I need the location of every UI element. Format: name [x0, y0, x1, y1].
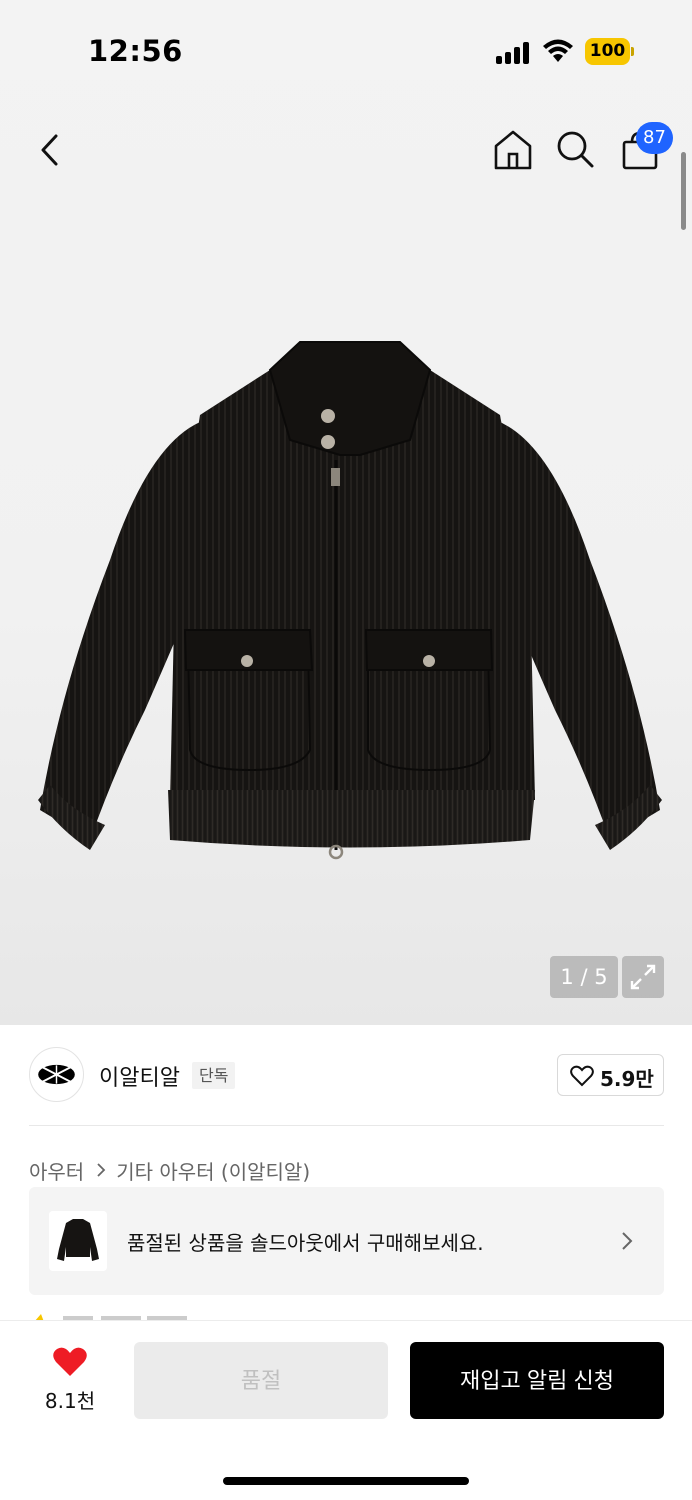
banner-product-thumbnail: [49, 1211, 107, 1271]
home-indicator[interactable]: [223, 1477, 469, 1485]
scrollbar[interactable]: [681, 152, 686, 230]
image-counter: 1 / 5: [550, 956, 618, 998]
breadcrumb-category[interactable]: 아우터: [29, 1156, 84, 1185]
heart-outline-icon: [570, 1065, 594, 1087]
cellular-signal-icon: [496, 42, 532, 64]
soldout-button: 품절: [134, 1342, 388, 1419]
breadcrumb: 아우터 기타 아우터 (이알티알): [29, 1156, 310, 1184]
home-icon[interactable]: [492, 128, 534, 172]
heart-filled-icon[interactable]: [52, 1346, 88, 1378]
battery-level: 100: [585, 38, 630, 65]
brand-like-button[interactable]: 5.9만: [557, 1054, 664, 1096]
restock-alert-button[interactable]: 재입고 알림 신청: [410, 1342, 664, 1419]
wish-count: 8.1천: [44, 1389, 96, 1413]
battery-icon: 100: [585, 38, 635, 65]
divider: [29, 1125, 664, 1126]
expand-icon[interactable]: [622, 956, 664, 998]
brand-like-count: 5.9만: [600, 1067, 654, 1091]
banner-text: 품절된 상품을 솔드아웃에서 구매해보세요.: [127, 1231, 484, 1255]
exclusive-badge: 단독: [192, 1062, 236, 1089]
status-bar: 12:56 100: [0, 0, 692, 100]
back-arrow-icon[interactable]: [32, 128, 68, 172]
brand-logo[interactable]: [29, 1047, 84, 1102]
product-gallery[interactable]: 12:56 100 87 1 / 5: [0, 0, 692, 1025]
product-image-jacket[interactable]: [30, 330, 670, 880]
search-icon[interactable]: [554, 128, 596, 172]
chevron-right-icon: [97, 1163, 106, 1177]
wifi-icon: [543, 39, 573, 62]
status-time: 12:56: [88, 34, 183, 68]
soldout-banner[interactable]: 품절된 상품을 솔드아웃에서 구매해보세요.: [29, 1187, 664, 1295]
brand-name[interactable]: 이알티알: [99, 1060, 180, 1092]
chevron-right-icon: [622, 1232, 633, 1250]
breadcrumb-subcategory[interactable]: 기타 아우터 (이알티알): [116, 1156, 310, 1185]
cart-count-badge: 87: [636, 122, 673, 154]
